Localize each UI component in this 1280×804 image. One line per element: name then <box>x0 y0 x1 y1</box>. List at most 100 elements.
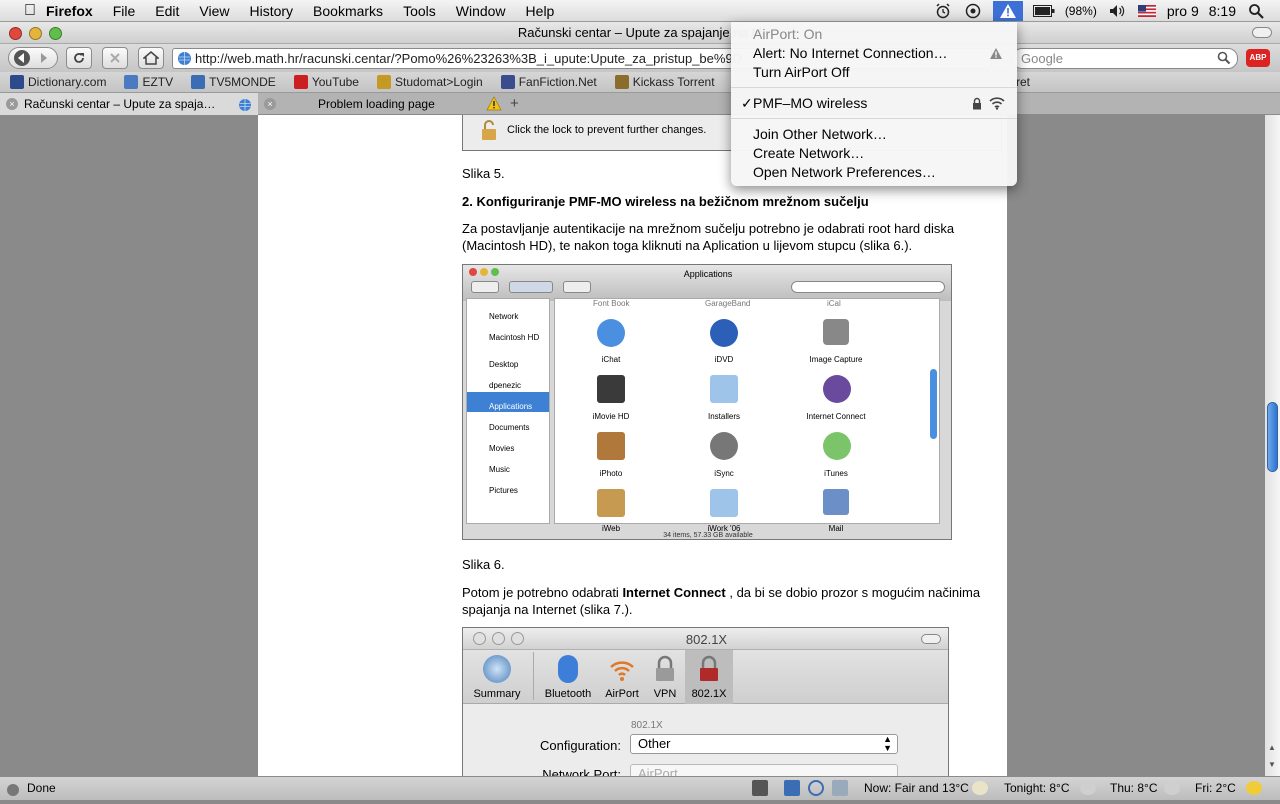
finder-item-label: iPhoto <box>599 469 623 478</box>
page-viewport: Click the lock to prevent further change… <box>0 115 1265 776</box>
status-text: Done <box>27 781 56 795</box>
menu-view[interactable]: View <box>189 0 239 22</box>
tab-racunski-centar[interactable]: × Računski centar – Upute za spaja… <box>0 93 258 115</box>
sun-icon <box>1246 781 1262 795</box>
scroll-up-arrow-icon[interactable]: ▲ <box>1268 743 1276 752</box>
weather-now[interactable]: Now: Fair and 13°C <box>864 777 969 799</box>
vertical-scrollbar[interactable]: ▲ ▼ <box>1265 115 1280 776</box>
menubar-date[interactable]: pro 9 <box>1167 3 1199 19</box>
alarm-clock-icon[interactable] <box>933 1 953 21</box>
finder-item-label: iDVD <box>714 355 734 364</box>
netwin-section-label: 802.1X <box>631 720 663 731</box>
mail-icon <box>823 489 849 515</box>
airport-alert-icon[interactable] <box>992 1 1023 21</box>
toolbar-toggle-icon[interactable] <box>1252 27 1272 38</box>
finder-sidebar-desktop: Desktop <box>489 360 519 369</box>
cloud-icon <box>1164 781 1180 795</box>
window-title: Računski centar – Upute za spajanje na M <box>517 25 763 40</box>
netwin-titlebar: 802.1X <box>463 628 948 650</box>
menu-tools[interactable]: Tools <box>393 0 446 22</box>
menubar-time[interactable]: 8:19 <box>1209 3 1236 19</box>
checkmark-icon: ✓ <box>741 95 753 111</box>
scrollbar-thumb[interactable] <box>1267 402 1278 472</box>
bookmark-youtube[interactable]: YouTube <box>284 75 367 89</box>
volume-icon[interactable] <box>1107 1 1127 21</box>
battery-icon[interactable] <box>1032 1 1055 21</box>
join-other-network-item[interactable]: Join Other Network… <box>753 126 887 142</box>
menu-edit[interactable]: Edit <box>145 0 189 22</box>
finder-item-cut: GarageBand <box>705 299 751 308</box>
close-tab-icon[interactable]: × <box>6 98 18 110</box>
finder-sidebar: Network Macintosh HD Desktop dpenezic Ap… <box>466 298 550 524</box>
weather-thu[interactable]: Thu: 8°C <box>1110 777 1157 799</box>
bookmark-dictionary[interactable]: Dictionary.com <box>0 75 114 89</box>
window-titlebar: Računski centar – Upute za spajanje na M <box>0 22 1280 44</box>
search-icon[interactable] <box>1217 51 1231 70</box>
finder-sidebar-pictures: Pictures <box>489 486 518 495</box>
globe-icon <box>238 97 252 115</box>
apple-menu-icon[interactable]:  <box>14 0 36 22</box>
airport-status: AirPort: On <box>753 26 823 42</box>
network-item-pmf-mo[interactable]: PMF–MO wireless <box>753 95 867 111</box>
grid-icon <box>376 75 391 89</box>
create-network-item[interactable]: Create Network… <box>753 145 864 161</box>
stop-button[interactable] <box>102 47 128 69</box>
lock-note: Click the lock to prevent further change… <box>507 124 707 136</box>
netwin-tool-label: 802.1X <box>691 688 727 700</box>
bookmark-kickass[interactable]: Kickass Torrent <box>605 75 723 89</box>
back-forward-button[interactable] <box>8 47 58 69</box>
download-icon[interactable] <box>752 780 768 796</box>
reload-button[interactable] <box>66 47 92 69</box>
us-flag-icon[interactable] <box>1137 1 1157 21</box>
menu-help[interactable]: Help <box>516 0 565 22</box>
tv5-icon <box>191 75 206 89</box>
close-tab-icon[interactable]: × <box>264 98 276 110</box>
tab-problem-loading[interactable]: × Problem loading page <box>258 93 506 115</box>
menu-window[interactable]: Window <box>446 0 516 22</box>
iphoto-icon <box>597 432 625 460</box>
turn-airport-off-item[interactable]: Turn AirPort Off <box>753 64 849 80</box>
globe-icon <box>177 51 192 68</box>
search-input[interactable]: Google <box>1012 48 1238 69</box>
page-body: Click the lock to prevent further change… <box>258 115 1007 776</box>
vpn-lock-icon <box>653 655 677 687</box>
spotlight-icon[interactable] <box>1246 1 1266 21</box>
app-menu[interactable]: Firefox <box>36 0 103 22</box>
menu-file[interactable]: File <box>103 0 146 22</box>
tab-bar: × Računski centar – Upute za spaja… × Pr… <box>0 92 1280 115</box>
menu-bookmarks[interactable]: Bookmarks <box>303 0 393 22</box>
paragraph-2: Potom je potrebno odabrati Internet Conn… <box>462 585 981 617</box>
netwin-port-label: Network Port: <box>542 767 621 776</box>
menu-history[interactable]: History <box>239 0 303 22</box>
bookmark-fanfiction[interactable]: FanFiction.Net <box>491 75 605 89</box>
weather-fri[interactable]: Fri: 2°C <box>1195 777 1236 799</box>
minimize-window-icon[interactable] <box>29 27 42 40</box>
folder-icon <box>710 375 738 403</box>
bookmark-studomat[interactable]: Studomat>Login <box>367 75 491 89</box>
tv-icon <box>124 75 139 89</box>
bookmark-eztv[interactable]: EZTV <box>114 75 181 89</box>
idvd-icon <box>710 319 738 347</box>
close-window-icon[interactable] <box>9 27 22 40</box>
netwin-tool-label: Bluetooth <box>544 688 592 700</box>
adblock-icon[interactable]: ABP <box>1246 49 1270 67</box>
clock-icon[interactable] <box>808 780 824 796</box>
sync-icon[interactable] <box>963 1 983 21</box>
page-icon[interactable] <box>832 780 848 796</box>
finder-sidebar-documents: Documents <box>489 423 530 432</box>
home-button[interactable] <box>138 47 164 69</box>
new-tab-button[interactable]: + <box>510 95 519 112</box>
zoom-window-icon[interactable] <box>49 27 62 40</box>
finder-back-forward-icon <box>471 281 499 293</box>
updown-arrows-icon: ▲ ▼ <box>883 734 892 753</box>
itunes-icon <box>823 432 851 460</box>
bookmark-tv5monde[interactable]: TV5MONDE <box>181 75 284 89</box>
weather-tonight[interactable]: Tonight: 8°C <box>1004 777 1070 799</box>
finder-item-label: iChat <box>601 355 621 364</box>
open-network-preferences-item[interactable]: Open Network Preferences… <box>753 164 936 180</box>
iweb-icon <box>597 489 625 517</box>
addon-icon[interactable] <box>784 780 800 796</box>
airport-alert-item[interactable]: Alert: No Internet Connection… <box>753 45 948 61</box>
youtube-icon <box>293 75 308 89</box>
scroll-down-arrow-icon[interactable]: ▼ <box>1268 760 1276 769</box>
